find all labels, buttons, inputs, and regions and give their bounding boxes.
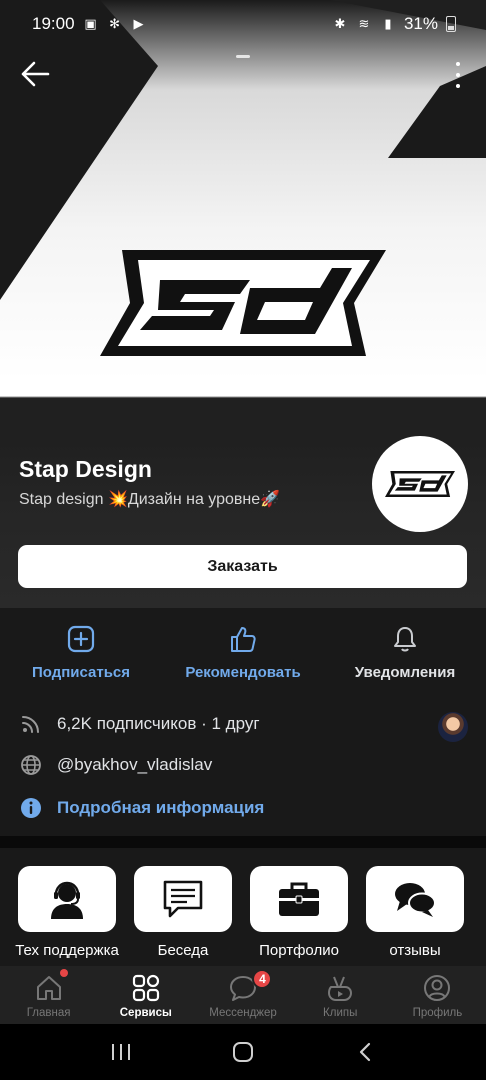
subscribe-label: Подписаться — [31, 664, 131, 681]
group-status: Stap design 💥Дизайн на уровне🚀 — [19, 491, 281, 508]
wifi-icon: ≋ — [358, 16, 370, 31]
service-support-label: Тех поддержка — [15, 942, 119, 959]
system-navigation-bar — [0, 1024, 486, 1080]
tab-services[interactable]: Сервисы — [97, 966, 194, 1024]
profile-icon — [424, 975, 451, 1001]
service-reviews-label: отзывы — [389, 942, 441, 959]
gallery-icon: ▣ — [84, 16, 97, 31]
tab-profile[interactable]: Профиль — [389, 966, 486, 1024]
bell-icon — [394, 627, 416, 652]
bluetooth-icon: ✱ — [334, 16, 346, 31]
cover-pager-indicator — [236, 55, 250, 58]
services-row: Тех поддержка Беседа Портфолио отзывы — [0, 866, 486, 966]
service-reviews[interactable]: отзывы — [366, 866, 464, 959]
followers-row[interactable]: 6,2K подписчиков · 1 друг — [19, 712, 260, 736]
notifications-label: Уведомления — [354, 664, 456, 681]
bottom-tab-bar: Главная Сервисы 4 Мессенджер Клипы Профи… — [0, 966, 486, 1024]
status-bar: 19:00 ▣ ✻ ▶ ✱ ≋ ▮ 31% — [0, 0, 486, 48]
plus-square-icon — [67, 625, 95, 653]
friend-avatar[interactable] — [438, 712, 468, 742]
service-chat-label: Беседа — [157, 942, 209, 959]
clock: 19:00 — [32, 14, 75, 33]
home-icon — [36, 976, 61, 1000]
tab-clips[interactable]: Клипы — [292, 966, 389, 1024]
briefcase-icon — [279, 882, 319, 916]
globe-icon — [21, 755, 41, 775]
battery-icon — [446, 16, 456, 32]
notifications-button[interactable]: Уведомления — [324, 608, 486, 698]
clips-icon — [328, 976, 353, 1001]
service-portfolio-label: Портфолио — [259, 942, 339, 959]
info-icon — [21, 798, 41, 818]
followers-text: 6,2K подписчиков · 1 друг — [57, 714, 260, 733]
messenger-badge: 4 — [252, 969, 273, 989]
services-grid-icon — [132, 974, 159, 1002]
service-portfolio[interactable]: Портфолио — [250, 866, 348, 959]
avatar-logo — [385, 471, 455, 497]
recommend-button[interactable]: Рекомендовать — [162, 608, 324, 698]
recommend-label: Рекомендовать — [185, 664, 301, 681]
tab-services-label: Сервисы — [119, 1007, 172, 1019]
youtube-icon: ▶ — [133, 16, 144, 31]
order-button[interactable]: Заказать — [18, 545, 467, 588]
battery-percent: 31% — [403, 14, 438, 33]
tab-profile-label: Профиль — [412, 1007, 463, 1019]
recent-apps-icon[interactable] — [106, 1037, 136, 1067]
back-arrow-icon[interactable] — [18, 60, 50, 88]
group-name: Stap Design — [19, 456, 152, 482]
headset-icon — [51, 881, 83, 919]
speech-bubbles-icon — [395, 883, 436, 917]
chat-icon — [163, 880, 203, 918]
action-row: Подписаться Рекомендовать Уведомления — [0, 608, 486, 698]
group-avatar[interactable] — [372, 436, 468, 532]
cover-toolbar — [0, 48, 486, 100]
site-row[interactable]: @byakhov_vladislav — [19, 753, 212, 777]
thumbs-up-icon — [231, 627, 256, 652]
tab-messenger[interactable]: 4 Мессенджер — [194, 966, 291, 1024]
pinwheel-icon: ✻ — [109, 16, 120, 31]
more-options-icon[interactable] — [450, 62, 466, 88]
site-text: @byakhov_vladislav — [57, 755, 213, 774]
section-divider — [0, 836, 486, 848]
home-button-icon[interactable] — [228, 1037, 258, 1067]
signal-icon: ▮ — [384, 16, 392, 31]
details-link-text: Подробная информация — [57, 798, 265, 817]
tab-home-label: Главная — [26, 1007, 71, 1019]
tab-messenger-label: Мессенджер — [209, 1007, 277, 1019]
tab-clips-label: Клипы — [323, 1007, 358, 1019]
home-notification-dot — [60, 969, 68, 977]
rss-icon — [22, 716, 39, 733]
back-button-icon[interactable] — [350, 1037, 380, 1067]
subscribe-button[interactable]: Подписаться — [0, 608, 162, 698]
service-chat[interactable]: Беседа — [134, 866, 232, 959]
details-link[interactable]: Подробная информация — [19, 796, 264, 820]
tab-home[interactable]: Главная — [0, 966, 97, 1024]
service-support[interactable]: Тех поддержка — [15, 866, 119, 959]
stap-design-logo — [100, 250, 386, 356]
